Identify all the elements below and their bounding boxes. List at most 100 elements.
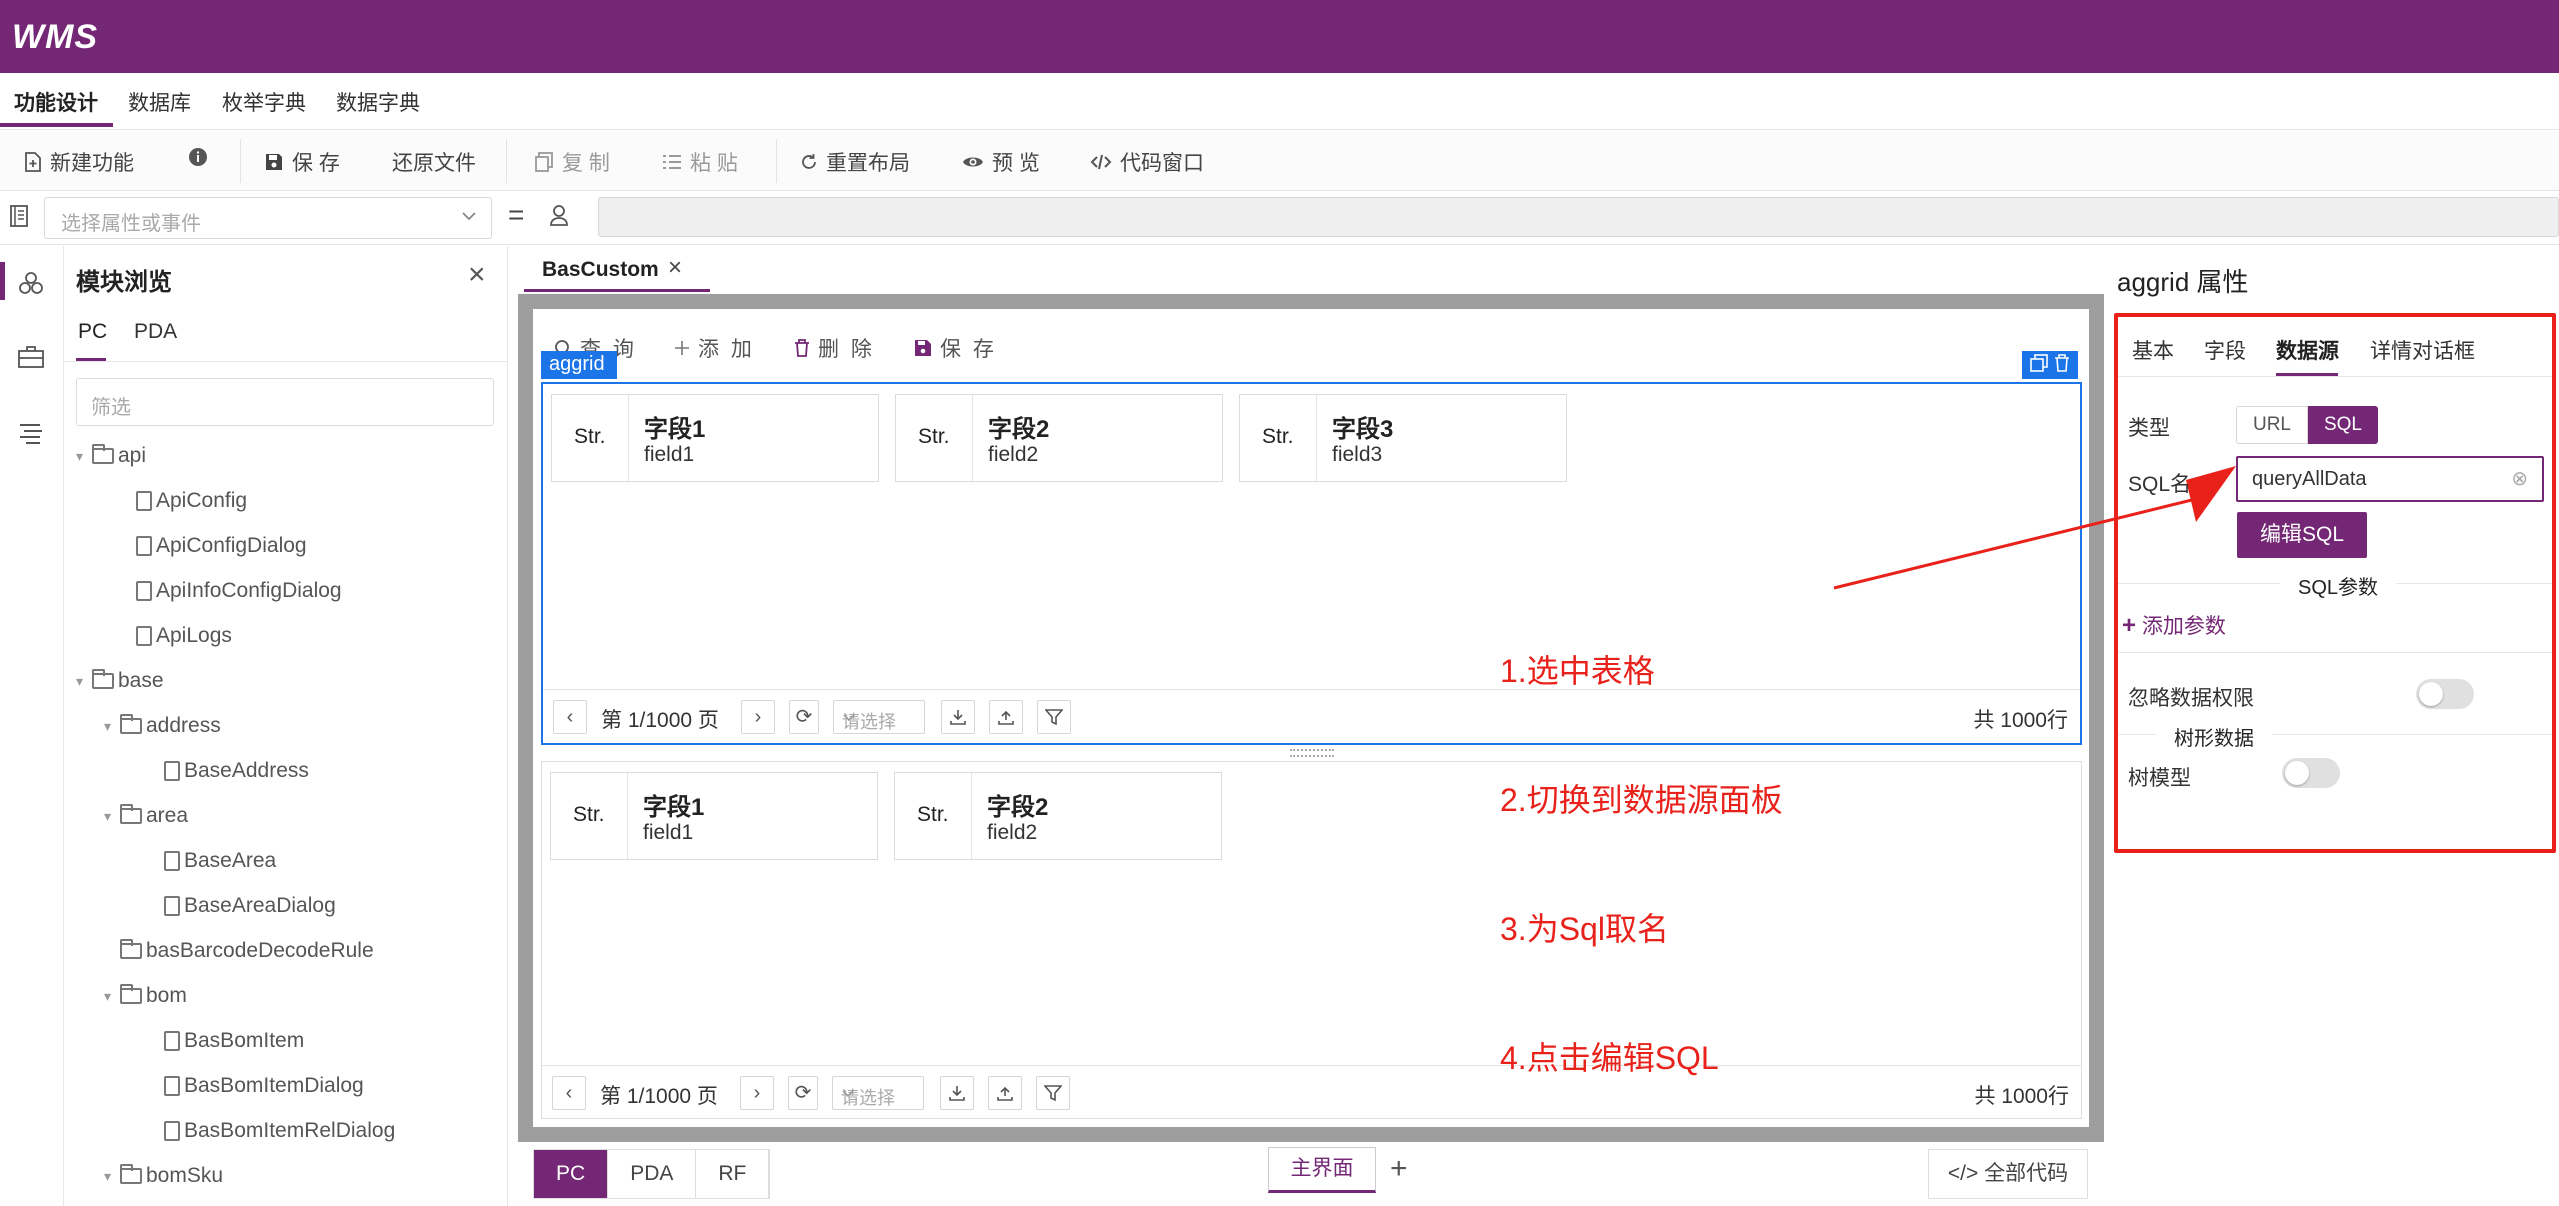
tab-datasource[interactable]: 数据源 xyxy=(2276,335,2339,365)
menu-item-data-dict[interactable]: 数据字典 xyxy=(336,87,420,117)
device-tab-pc[interactable]: PC xyxy=(534,1150,609,1198)
tab-detail-dialog[interactable]: 详情对话框 xyxy=(2370,335,2475,365)
tab-basic[interactable]: 基本 xyxy=(2132,335,2174,365)
caret-down-icon[interactable]: ▾ xyxy=(76,673,92,690)
tab-pc[interactable]: PC xyxy=(78,320,107,344)
tree-file[interactable]: BasBomItemDialog xyxy=(132,1064,364,1108)
device-tab-pda[interactable]: PDA xyxy=(608,1150,697,1198)
close-icon[interactable]: × xyxy=(468,258,486,292)
grid-save-button[interactable]: 保 存 xyxy=(914,333,997,363)
filter-input[interactable]: 筛选 xyxy=(76,378,494,426)
clear-icon[interactable]: ⊗ xyxy=(2511,466,2528,491)
toolbar: 新建功能 保 存 还原文件 复 制 粘 贴 重置布局 预 览 代码窗口 xyxy=(0,131,2559,191)
menu-item-enum-dict[interactable]: 枚举字典 xyxy=(222,87,306,117)
info-button[interactable] xyxy=(188,147,208,167)
resize-handle[interactable] xyxy=(1290,749,1334,757)
next-page-button[interactable]: › xyxy=(740,1076,774,1110)
expression-input[interactable] xyxy=(598,197,2559,237)
add-button[interactable]: 添 加 xyxy=(674,333,755,363)
toolbox-icon[interactable] xyxy=(18,346,44,373)
menu-item-function-design[interactable]: 功能设计 xyxy=(14,87,98,117)
tab-main-screen[interactable]: 主界面 xyxy=(1268,1147,1376,1193)
code-window-button[interactable]: 代码窗口 xyxy=(1090,147,1204,177)
close-icon[interactable]: × xyxy=(668,254,682,282)
tree-file[interactable]: BaseAddress xyxy=(132,749,309,793)
copy-button[interactable]: 复 制 xyxy=(534,147,610,177)
tab-fields[interactable]: 字段 xyxy=(2204,335,2246,365)
folder-icon xyxy=(120,714,142,734)
caret-down-icon[interactable]: ▾ xyxy=(104,808,120,825)
edit-sql-button[interactable]: 编辑SQL xyxy=(2237,512,2367,558)
caret-down-icon[interactable]: ▾ xyxy=(76,448,92,465)
delete-button[interactable]: 删 除 xyxy=(794,333,875,363)
tree-file[interactable]: BasBomItemRelDialog xyxy=(132,1109,395,1153)
upload-button[interactable] xyxy=(989,700,1023,734)
device-tab-rf[interactable]: RF xyxy=(696,1150,770,1198)
prev-page-button[interactable]: ‹ xyxy=(552,1076,586,1110)
add-screen-button[interactable]: + xyxy=(1390,1152,1408,1186)
ignore-permission-toggle[interactable] xyxy=(2416,679,2474,709)
add-param-button[interactable]: + 添加参数 xyxy=(2122,610,2226,640)
column-card[interactable]: Str. 字段3 field3 xyxy=(1239,394,1567,482)
tree-folder[interactable]: ▾ base xyxy=(76,659,164,703)
caret-down-icon[interactable]: ▾ xyxy=(104,988,120,1005)
file-icon xyxy=(164,761,180,781)
next-page-button[interactable]: › xyxy=(741,700,775,734)
download-button[interactable] xyxy=(940,1076,974,1110)
caret-down-icon[interactable]: ▾ xyxy=(104,718,120,735)
page-size-select[interactable]: 请选择 xyxy=(832,1076,924,1110)
tab-pda[interactable]: PDA xyxy=(134,320,177,344)
new-function-button[interactable]: 新建功能 xyxy=(24,147,134,177)
type-option-url[interactable]: URL xyxy=(2236,406,2308,444)
tree-file[interactable]: BaseAreaDialog xyxy=(132,884,336,928)
total-count: 共 1000行 xyxy=(1973,709,2068,732)
type-option-sql[interactable]: SQL xyxy=(2308,406,2378,444)
download-button[interactable] xyxy=(941,700,975,734)
column-card[interactable]: Str. 字段1 field1 xyxy=(551,394,879,482)
document-icon[interactable] xyxy=(10,205,28,232)
aggrid-selected[interactable]: Str. 字段1 field1 Str. 字段2 field2 Str. 字段3 field3 … xyxy=(541,382,2082,745)
tree-model-label: 树模型 xyxy=(2128,767,2191,790)
refresh-button[interactable]: ⟳ xyxy=(789,700,819,734)
aggrid-secondary[interactable]: Str. 字段1 field1 Str. 字段2 field2 ‹ 第 1/1000 页 … xyxy=(541,761,2082,1119)
tab-bascustom[interactable]: BasCustom × xyxy=(524,250,710,292)
tree-file[interactable]: BasBomItem xyxy=(132,1019,304,1063)
annotation-step-3: 3.为Sql取名 xyxy=(1500,911,1669,947)
tree-file[interactable]: ApiLogs xyxy=(104,614,232,658)
tree-folder[interactable]: ▾ area xyxy=(104,794,188,838)
tree-file[interactable]: ApiInfoConfigDialog xyxy=(104,569,342,613)
tree-file[interactable]: ApiConfig xyxy=(104,479,247,523)
upload-button[interactable] xyxy=(988,1076,1022,1110)
filter-button[interactable] xyxy=(1037,700,1071,734)
filter-button[interactable] xyxy=(1036,1076,1070,1110)
reset-layout-button[interactable]: 重置布局 xyxy=(800,147,910,177)
prev-page-button[interactable]: ‹ xyxy=(553,700,587,734)
caret-down-icon[interactable]: ▾ xyxy=(104,1168,120,1185)
paste-button[interactable]: 粘 贴 xyxy=(662,147,738,177)
copy-component-icon[interactable] xyxy=(2030,353,2048,377)
tree-model-toggle[interactable] xyxy=(2282,758,2340,788)
all-code-button[interactable]: </> 全部代码 xyxy=(1928,1149,2088,1199)
tree-folder[interactable]: ▾ bomSku xyxy=(104,1154,223,1198)
sql-name-input[interactable]: queryAllData ⊗ xyxy=(2236,456,2544,502)
tree-folder[interactable]: ▾ api xyxy=(76,434,146,478)
tree-folder[interactable]: ▾ bom xyxy=(104,974,187,1018)
column-card[interactable]: Str. 字段2 field2 xyxy=(895,394,1223,482)
tree-folder[interactable]: basBarcodeDecodeRule xyxy=(104,929,374,973)
save-button[interactable]: 保 存 xyxy=(264,147,340,177)
refresh-button[interactable]: ⟳ xyxy=(788,1076,818,1110)
tree-file[interactable]: ApiConfigDialog xyxy=(104,524,307,568)
column-card[interactable]: Str. 字段2 field2 xyxy=(894,772,1222,860)
tree-folder[interactable]: ▾ address xyxy=(104,704,221,748)
user-search-icon[interactable] xyxy=(548,203,570,232)
restore-file-button[interactable]: 还原文件 xyxy=(392,147,476,177)
preview-button[interactable]: 预 览 xyxy=(962,147,1040,177)
menu-item-database[interactable]: 数据库 xyxy=(128,87,191,117)
page-size-select[interactable]: 请选择 xyxy=(833,700,925,734)
delete-component-icon[interactable] xyxy=(2054,353,2070,377)
attribute-event-select[interactable]: 选择属性或事件 xyxy=(44,197,492,239)
column-card[interactable]: Str. 字段1 field1 xyxy=(550,772,878,860)
layers-icon[interactable] xyxy=(18,422,44,449)
modules-icon[interactable] xyxy=(18,270,44,301)
tree-file[interactable]: BaseArea xyxy=(132,839,276,883)
